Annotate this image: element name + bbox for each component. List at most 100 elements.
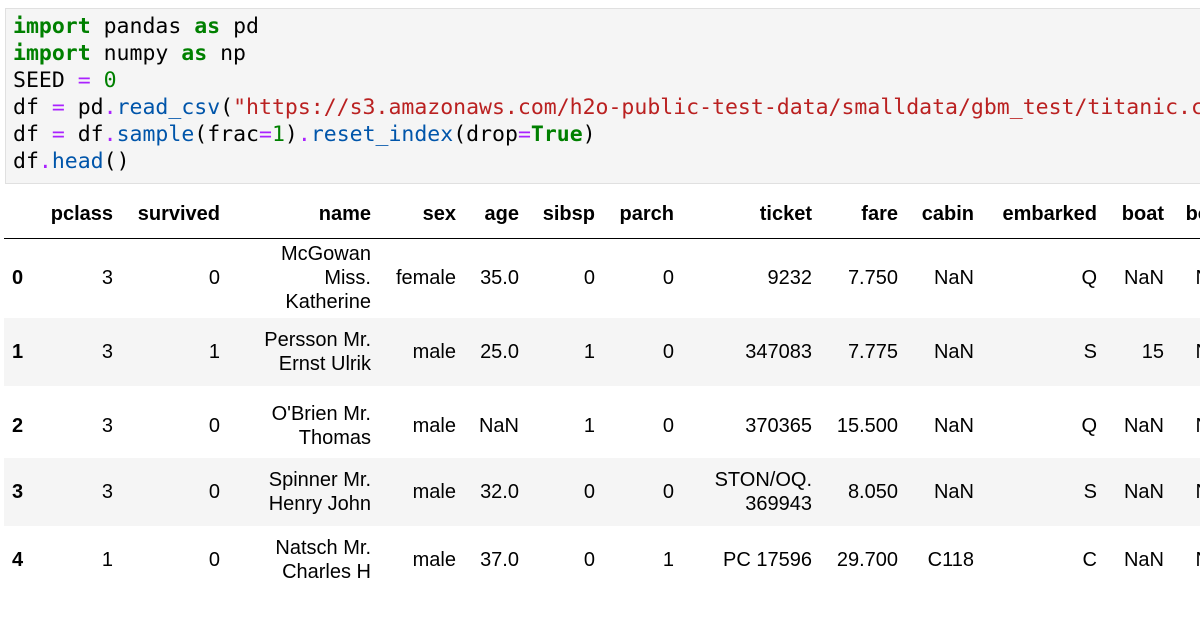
code-token: . <box>103 95 117 120</box>
cell-name: Natsch Mr. Charles H <box>275 537 371 583</box>
table-row: 3 3 0 Spinner Mr. Henry John male 32.0 0 0 STON/… <box>4 458 1200 526</box>
table-row: 2 3 0 O'Brien Mr. Thomas male NaN 1 0 370365 15.5… <box>4 394 1200 458</box>
cell-parch: 0 <box>662 341 674 363</box>
code-token: = <box>259 122 272 147</box>
code-token: = <box>51 122 65 147</box>
code-line: import numpy as np <box>13 41 246 67</box>
cell-sibsp: 0 <box>583 267 595 289</box>
code-token: ) <box>582 122 596 147</box>
column-header-bo: bo <box>1185 203 1200 225</box>
cell-name: O'Brien Mr. Thomas <box>271 403 371 449</box>
column-header-sibsp: sibsp <box>542 203 595 225</box>
code-token: ( <box>220 95 234 120</box>
cell-cabin: NaN <box>933 341 974 363</box>
code-token: reset_index <box>310 122 454 147</box>
cell-sibsp: 1 <box>583 415 595 437</box>
code-line: df = df.sample(frac=1).reset_index(drop=… <box>13 122 596 148</box>
row-index: 0 <box>12 267 24 289</box>
cell-age: 32.0 <box>480 481 519 503</box>
code-token: import <box>13 41 91 66</box>
column-header-parch: parch <box>619 203 674 225</box>
row-index: 2 <box>12 415 24 437</box>
column-header-cabin: cabin <box>921 203 974 225</box>
cell-survived: 0 <box>208 549 220 571</box>
code-token: np <box>207 41 247 66</box>
cell-age: NaN <box>478 415 519 437</box>
cell-fare: 7.775 <box>847 341 898 363</box>
code-token: "https://s3.amazonaws.com/h2o-public-tes… <box>233 95 1200 120</box>
code-token: = <box>77 68 91 93</box>
code-token: read_csv <box>116 95 221 120</box>
code-token: (drop <box>453 122 518 147</box>
column-header-pclass: pclass <box>50 203 113 225</box>
code-token: pandas <box>90 14 195 39</box>
row-index: 3 <box>12 481 24 503</box>
cell-boat: NaN <box>1123 481 1164 503</box>
cell-sex: male <box>412 415 456 437</box>
table-row: 0 3 0 McGowan Miss. Katherine female 35.0 0 0 92… <box>4 238 1200 318</box>
column-header-name: name <box>318 203 371 225</box>
code-token: df <box>64 122 104 147</box>
code-token: sample <box>116 122 195 147</box>
cell-embarked: S <box>1083 341 1097 363</box>
cell-sex: male <box>412 341 456 363</box>
cell-survived: 0 <box>208 481 220 503</box>
table-header-row: pclass survived name sex age sibsp parch ticket… <box>4 190 1200 239</box>
code-token: df <box>13 95 52 120</box>
column-header-boat: boat <box>1121 203 1164 225</box>
cell-fare: 29.700 <box>836 549 898 571</box>
cell-ticket: STON/OQ. 369943 <box>714 469 812 515</box>
code-token: pd <box>64 95 104 120</box>
code-cell[interactable]: import pandas as pd import numpy as np SEE… <box>5 8 1200 184</box>
code-token: df <box>13 122 52 147</box>
column-header-index <box>4 190 40 238</box>
cell-pclass: 1 <box>101 549 113 571</box>
code-line: SEED = 0 <box>13 68 117 94</box>
code-token: as <box>194 14 221 39</box>
code-token: . <box>297 122 311 147</box>
cell-fare: 7.750 <box>847 267 898 289</box>
cell-embarked: Q <box>1081 267 1097 289</box>
cell-pclass: 3 <box>101 341 113 363</box>
code-token: SEED <box>13 68 78 93</box>
cell-age: 37.0 <box>480 549 519 571</box>
cell-cabin: C118 <box>927 549 974 571</box>
cell-pclass: 3 <box>101 481 113 503</box>
code-line: df = pd.read_csv("https://s3.amazonaws.c… <box>13 95 1200 121</box>
cell-cabin: NaN <box>933 415 974 437</box>
cell-embarked: S <box>1083 481 1097 503</box>
cell-cabin: NaN <box>933 481 974 503</box>
cell-boat: NaN <box>1123 267 1164 289</box>
code-token: as <box>181 41 208 66</box>
column-header-fare: fare <box>861 203 898 225</box>
cell-sex: male <box>412 481 456 503</box>
code-token: df <box>13 149 39 174</box>
code-token: (frac <box>194 122 259 147</box>
cell-pclass: 3 <box>101 267 113 289</box>
column-header-survived: survived <box>137 203 220 225</box>
cell-embarked: C <box>1082 549 1097 571</box>
cell-survived: 1 <box>208 341 220 363</box>
code-token: import <box>13 14 91 39</box>
cell-survived: 0 <box>208 415 220 437</box>
cell-parch: 0 <box>662 415 674 437</box>
cell-bo: N <box>1170 238 1200 318</box>
code-token: () <box>103 149 130 174</box>
column-header-age: age <box>484 203 519 225</box>
cell-name: Persson Mr. Ernst Ulrik <box>264 329 371 375</box>
cell-boat: NaN <box>1123 415 1164 437</box>
cell-sex: male <box>412 549 456 571</box>
code-token: True <box>530 122 583 147</box>
cell-ticket: 9232 <box>767 267 813 289</box>
cell-age: 35.0 <box>480 267 519 289</box>
table-row: 4 1 0 Natsch Mr. Charles H male 37.0 0 1 PC 1759… <box>4 526 1200 594</box>
column-header-ticket: ticket <box>759 203 812 225</box>
code-token: numpy <box>90 41 182 66</box>
code-token: = <box>517 122 531 147</box>
cell-bo: N <box>1170 394 1200 458</box>
cell-parch: 0 <box>662 267 674 289</box>
column-header-embarked: embarked <box>1002 203 1098 225</box>
cell-ticket: PC 17596 <box>723 549 812 571</box>
cell-ticket: 370365 <box>745 415 812 437</box>
